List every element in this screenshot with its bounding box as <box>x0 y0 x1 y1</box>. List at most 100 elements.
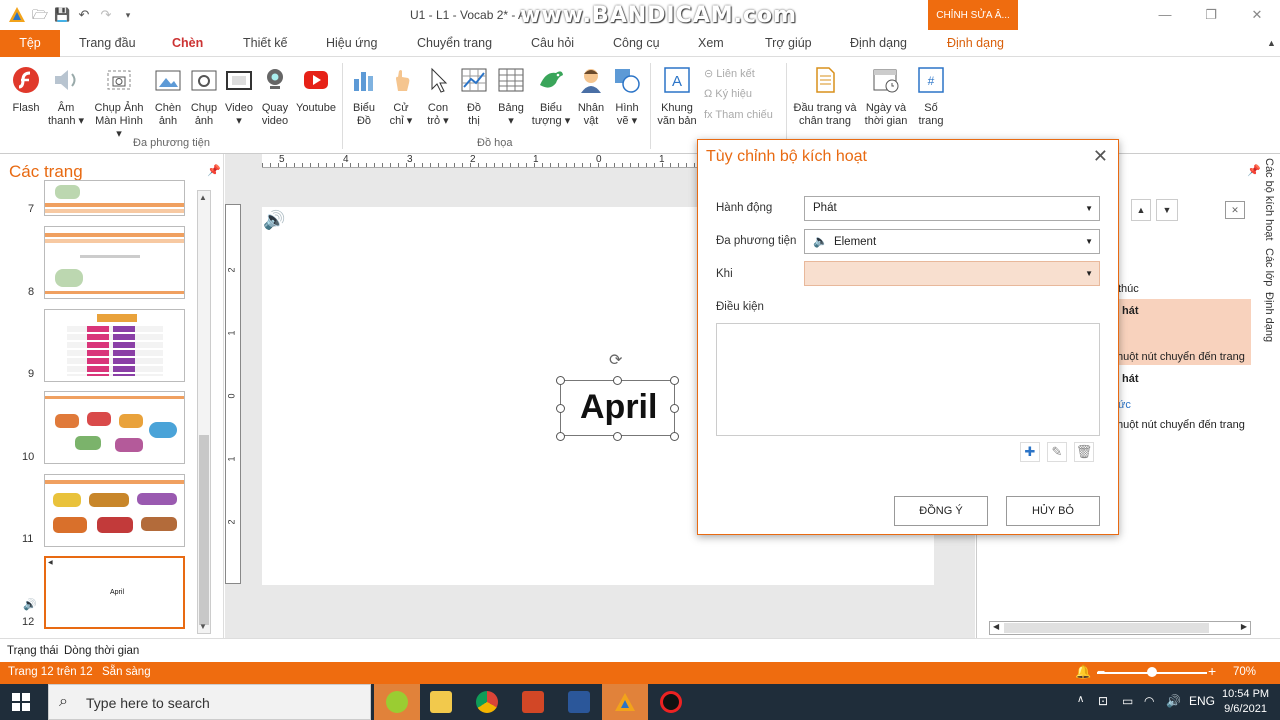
take-photo-button[interactable]: Chụp ảnh <box>188 65 220 128</box>
scroll-left-icon[interactable]: ◀ <box>993 622 999 631</box>
language-indicator[interactable]: ENG <box>1189 694 1215 708</box>
chart-button[interactable]: Biểu Đồ <box>349 65 379 128</box>
date-time-button[interactable]: Ngày và thời gian <box>861 65 911 128</box>
resize-handle[interactable] <box>556 404 565 413</box>
pin-icon[interactable]: 📌 <box>207 164 221 177</box>
tab-insert[interactable]: Chèn <box>172 36 203 50</box>
taskbar-bandicam[interactable] <box>648 684 694 720</box>
ok-button[interactable]: ĐỒNG Ý <box>894 496 988 526</box>
notification-bell-icon[interactable]: 🔔 <box>1075 664 1091 680</box>
media-select[interactable]: 🔈 Element ▼ <box>804 229 1100 254</box>
resize-handle[interactable] <box>556 376 565 385</box>
page-number-button[interactable]: # Số trang <box>914 65 948 128</box>
taskbar-clock[interactable]: 10:54 PM 9/6/2021 <box>1222 687 1269 717</box>
horizontal-scrollbar[interactable]: ◀ ▶ <box>989 621 1251 635</box>
resize-handle[interactable] <box>556 432 565 441</box>
tray-chevron-icon[interactable]: ∧ <box>1077 694 1084 705</box>
symbol-button[interactable]: Biểu tượng ▾ <box>530 65 572 128</box>
gesture-button[interactable]: Cử chỉ ▾ <box>386 65 416 128</box>
maximize-icon[interactable]: ❐ <box>1188 0 1234 30</box>
youtube-button[interactable]: Youtube <box>295 65 337 115</box>
scroll-right-icon[interactable]: ▶ <box>1241 622 1247 631</box>
close-icon[interactable]: ✕ <box>1093 146 1108 167</box>
slide-thumbnail-11[interactable] <box>44 474 185 547</box>
slide-thumbnail-8[interactable] <box>44 226 185 299</box>
textbox-button[interactable]: A Khung văn bản <box>656 65 698 128</box>
scroll-down-icon[interactable]: ▼ <box>199 622 207 631</box>
condition-list[interactable] <box>716 323 1100 436</box>
pointer-button[interactable]: Con trỏ ▾ <box>423 65 453 128</box>
customize-chevron-icon[interactable]: ▾ <box>120 7 136 23</box>
flash-button[interactable]: Flash <box>10 65 42 115</box>
tray-device-icon[interactable]: ⊡ <box>1098 694 1108 708</box>
character-button[interactable]: Nhân vật <box>575 65 607 128</box>
tab-transitions[interactable]: Chuyển trang <box>417 36 492 50</box>
open-folder-icon[interactable]: 🗁 <box>32 7 48 23</box>
tab-animations[interactable]: Hiệu ứng <box>326 36 377 50</box>
tab-home[interactable]: Trang đầu <box>79 36 136 50</box>
redo-icon[interactable]: ↷ <box>98 7 114 23</box>
reference-button[interactable]: fx Tham chiếu <box>704 109 773 121</box>
pin-icon[interactable]: 📌 <box>1247 164 1261 177</box>
resize-handle[interactable] <box>613 376 622 385</box>
save-icon[interactable]: 💾 <box>54 7 70 23</box>
tab-format[interactable]: Định dạng <box>850 36 907 50</box>
scroll-up-icon[interactable]: ▲ <box>199 193 207 202</box>
slide-text-april[interactable]: April <box>580 388 657 427</box>
cancel-button[interactable]: HỦY BỎ <box>1006 496 1100 526</box>
add-condition-icon[interactable]: ✚ <box>1020 442 1040 462</box>
edit-condition-icon[interactable]: ✎ <box>1047 442 1067 462</box>
scroll-thumb[interactable] <box>1004 623 1209 633</box>
wifi-icon[interactable]: ◠ <box>1144 694 1154 708</box>
header-footer-button[interactable]: Đầu trang và chân trang <box>791 65 859 128</box>
resize-handle[interactable] <box>670 404 679 413</box>
scroll-thumb[interactable] <box>199 435 209 625</box>
resize-handle[interactable] <box>670 376 679 385</box>
link-button[interactable]: ⊝ Liên kết <box>704 67 755 80</box>
audio-button[interactable]: Âm thanh ▾ <box>47 65 85 128</box>
tab-timeline[interactable]: Dòng thời gian <box>64 645 139 657</box>
slide-thumbnail-7[interactable] <box>44 180 185 216</box>
slides-scrollbar[interactable]: ▲ ▼ <box>197 190 211 634</box>
taskbar-search-input[interactable]: ⌕ Type here to search <box>48 684 371 720</box>
tab-design[interactable]: Thiết kế <box>243 36 287 50</box>
tab-view[interactable]: Xem <box>698 36 724 50</box>
audio-object-speaker-icon[interactable]: 🔊 <box>263 210 285 231</box>
screenshot-button[interactable]: Chụp Ảnh Màn Hình ▾ <box>91 65 147 141</box>
graph-button[interactable]: Đồ thị <box>458 65 490 128</box>
symbol-char-button[interactable]: Ω Ký hiệu <box>704 88 752 100</box>
taskbar-file-explorer[interactable] <box>418 684 464 720</box>
when-select[interactable]: ▼ <box>804 261 1100 286</box>
tab-format-context[interactable]: Định dạng <box>947 36 1004 50</box>
battery-icon[interactable]: ▭ <box>1122 694 1133 708</box>
taskbar-chrome[interactable] <box>464 684 510 720</box>
insert-image-button[interactable]: Chèn ảnh <box>152 65 184 128</box>
slide-thumbnail-10[interactable] <box>44 391 185 464</box>
move-down-icon[interactable]: ▼ <box>1156 199 1178 221</box>
delete-trigger-icon[interactable]: ✕ <box>1225 201 1245 219</box>
taskbar-presenter-app[interactable] <box>602 684 648 720</box>
undo-icon[interactable]: ↶ <box>76 7 92 23</box>
close-window-icon[interactable]: ✕ <box>1234 0 1280 30</box>
zoom-out-icon[interactable]: − <box>1097 663 1105 679</box>
vtab-format[interactable]: Định dạng <box>1263 292 1275 342</box>
taskbar-app-active[interactable] <box>374 684 420 720</box>
resize-handle[interactable] <box>613 432 622 441</box>
shape-button[interactable]: Hình vẽ ▾ <box>611 65 643 128</box>
slide-thumbnail-9[interactable] <box>44 309 185 382</box>
record-video-button[interactable]: Quay video <box>258 65 292 128</box>
tab-help[interactable]: Trợ giúp <box>765 36 812 50</box>
move-up-icon[interactable]: ▲ <box>1131 199 1151 221</box>
tab-questions[interactable]: Câu hỏi <box>531 36 574 50</box>
resize-handle[interactable] <box>670 432 679 441</box>
slide-thumbnail-12[interactable]: ◀ April <box>44 556 185 629</box>
taskbar-powerpoint[interactable] <box>510 684 556 720</box>
tab-tools[interactable]: Công cụ <box>613 36 660 50</box>
minimize-icon[interactable]: — <box>1142 0 1188 30</box>
vtab-triggers[interactable]: Các bộ kích hoạt <box>1263 158 1275 241</box>
rotate-handle-icon[interactable]: ⟳ <box>609 350 622 370</box>
zoom-slider-knob[interactable] <box>1147 667 1157 677</box>
zoom-in-icon[interactable]: + <box>1208 663 1216 679</box>
delete-condition-icon[interactable]: 🗑 <box>1074 442 1094 462</box>
vtab-layers[interactable]: Các lớp <box>1263 248 1275 286</box>
